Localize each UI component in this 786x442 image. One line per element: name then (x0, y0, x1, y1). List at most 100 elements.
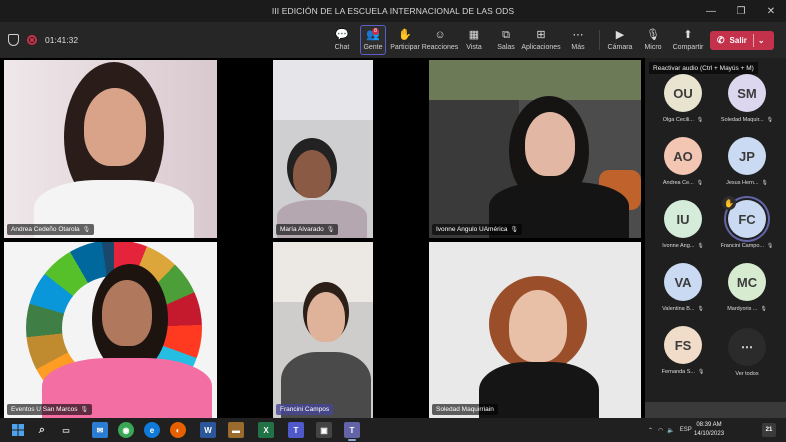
participant-item[interactable]: SM Soledad Maquir... 🎙 (715, 74, 779, 136)
avatar-initials: IU (676, 211, 690, 227)
raise-hand-icon: ✋ (398, 29, 412, 41)
see-all-label: Ver todos (735, 371, 759, 377)
chevron-down-icon[interactable]: ⌄ (758, 36, 765, 45)
avatar: AO (664, 137, 702, 175)
participant-name: Ivonne Ang... (662, 243, 695, 249)
mic-off-icon: 🎙 (326, 227, 335, 233)
wifi-icon[interactable]: ◠ (658, 427, 663, 434)
toolbar-button-chat[interactable]: 💬 Chat (330, 25, 354, 55)
grid-view-icon: ▦ (468, 29, 480, 41)
participant-name: María Alvarado (280, 226, 324, 233)
participant-item[interactable]: IU Ivonne Ang... 🎙 (651, 200, 715, 262)
video-tile[interactable]: María Alvarado 🎙 (273, 60, 373, 238)
toolbar-button-cmara[interactable]: ▶ Cámara (606, 25, 634, 55)
leave-button[interactable]: ✆ Salir ⌄ (710, 31, 774, 50)
mic-muted-icon: 🎙 (646, 29, 660, 41)
video-tile[interactable]: Soledad Maquirriain (429, 242, 641, 418)
toolbar-button-label: Gente (363, 44, 383, 51)
smiley-icon: ☺ (434, 29, 446, 41)
toolbar-button-micro[interactable]: 🎙 Micro (640, 25, 666, 55)
teams-classic-icon[interactable]: T (288, 422, 304, 438)
toolbar-button-vista[interactable]: ▦ Vista (462, 25, 486, 55)
mic-off-icon: 🎙 (696, 180, 704, 186)
avatar-initials: VA (674, 274, 692, 290)
volume-icon[interactable]: 🔈 (667, 427, 674, 434)
toolbar-button-label: Compartir (672, 44, 704, 51)
chat-icon: 💬 (335, 29, 349, 41)
toolbar-button-compartir[interactable]: ⬆ Compartir (672, 25, 704, 55)
avatar: FS (664, 326, 702, 364)
add-apps-icon: ⊞ (536, 29, 546, 41)
mic-off-icon: 🎙 (697, 306, 704, 312)
avatar: MC (728, 263, 766, 301)
toolbar-button-aplicaciones[interactable]: ⊞ Aplicaciones (521, 25, 561, 55)
avatar-initials: SM (737, 85, 757, 101)
avatar-initials: FS (674, 337, 692, 353)
see-all-button[interactable]: ⋯ Ver todos (715, 328, 779, 390)
avatar: OU (664, 74, 702, 112)
folder-icon[interactable]: ▬ (228, 422, 244, 438)
participant-name: Olga Cecili... (662, 117, 694, 123)
mic-off-icon: 🎙 (760, 306, 767, 312)
toolbar-button-participar[interactable]: ✋ Participar (390, 25, 420, 55)
video-tile[interactable]: Francini Campos (273, 242, 373, 418)
video-tile[interactable]: Andrea Cedeño Otarola 🎙 (4, 60, 217, 238)
mic-off-icon: 🎙 (510, 227, 519, 233)
video-tile[interactable]: Ivonne Angulo UAmérica 🎙 (429, 60, 641, 238)
clock-date: 14/10/2023 (694, 431, 725, 437)
minimize-button[interactable]: — (696, 0, 726, 22)
participant-name: Andrea Ce... (662, 180, 694, 186)
mail-icon[interactable]: ✉ (92, 422, 108, 438)
maximize-button[interactable]: ❐ (726, 0, 756, 22)
participant-name: Mardyoris ... (727, 306, 758, 312)
participant-item[interactable]: OU Olga Cecili... 🎙 (651, 74, 715, 136)
toolbar-divider (599, 30, 600, 50)
participant-name-row: Fernanda S... 🎙 (662, 369, 705, 375)
participant-name-row: Andrea Ce... 🎙 (663, 180, 703, 186)
video-tile[interactable]: Eventos U San Marcos 🎙 (4, 242, 217, 418)
participant-name-row: Jesus Hern... 🎙 (726, 180, 768, 186)
word-icon[interactable]: W (200, 422, 216, 438)
participant-item[interactable]: FS Fernanda S... 🎙 (651, 326, 715, 388)
breakout-rooms-icon: ⧉ (502, 29, 510, 41)
search-icon[interactable]: ⌕ (34, 422, 50, 438)
chrome-icon[interactable]: ◉ (118, 422, 134, 438)
participant-item[interactable]: FC ✋ Francini Campo... 🎙 (715, 196, 779, 262)
task-view-icon[interactable]: ▭ (58, 422, 74, 438)
firefox-icon[interactable]: ◐ (170, 422, 186, 438)
avatar-initials: AO (673, 148, 693, 164)
participant-item[interactable]: JP Jesus Hern... 🎙 (715, 137, 779, 199)
excel-icon[interactable]: X (258, 422, 274, 438)
chevron-up-icon[interactable]: ⌃ (648, 427, 653, 434)
toolbar-button-salas[interactable]: ⧉ Salas (494, 25, 518, 55)
toolbar-button-label: Chat (334, 44, 350, 51)
app-icon[interactable]: ▣ (316, 422, 332, 438)
toolbar-button-label: Vista (466, 44, 482, 51)
close-button[interactable]: ✕ (756, 0, 786, 22)
participant-item[interactable]: AO Andrea Ce... 🎙 (651, 137, 715, 199)
teams-icon[interactable]: T (344, 422, 360, 441)
participant-name-row: Ivonne Ang... 🎙 (662, 243, 703, 249)
participant-item[interactable]: MC Mardyoris ... 🎙 (715, 263, 779, 325)
language-indicator[interactable]: ESP (680, 427, 692, 433)
participant-name: Andrea Cedeño Otarola (11, 226, 80, 233)
participant-name-row: Mardyoris ... 🎙 (727, 306, 767, 312)
toolbar-button-label: Reacciones (421, 44, 459, 51)
windows-taskbar: ⌕ ▭ ✉ ◉ e ◐ W ▬ X T ▣ T ⌃ ◠ 🔈 ESP 08:39 … (0, 418, 786, 442)
toolbar-button-label: Aplicaciones (521, 44, 561, 51)
mic-off-icon: 🎙 (80, 407, 89, 413)
edge-icon[interactable]: e (144, 422, 160, 438)
taskbar-clock[interactable]: 08:39 AM 14/10/2023 (694, 421, 724, 439)
notification-count[interactable]: 21 (762, 423, 776, 437)
system-tray[interactable]: ⌃ ◠ 🔈 ESP (648, 418, 692, 442)
participant-name: Fernanda S... (661, 369, 695, 375)
shield-icon (8, 34, 19, 46)
participant-item[interactable]: VA Valentina B... 🎙 (651, 263, 715, 325)
title-bar: III EDICIÓN DE LA ESCUELA INTERNACIONAL … (0, 0, 786, 22)
toolbar-button-gente[interactable]: 👥 Gente 8 (360, 25, 386, 55)
toolbar-button-ms[interactable]: ⋯ Más (566, 25, 590, 55)
toolbar-button-label: Micro (644, 44, 662, 51)
windows-start-icon[interactable] (10, 422, 26, 438)
mic-off-icon: 🎙 (696, 117, 704, 123)
toolbar-button-reacciones[interactable]: ☺ Reacciones (421, 25, 459, 55)
